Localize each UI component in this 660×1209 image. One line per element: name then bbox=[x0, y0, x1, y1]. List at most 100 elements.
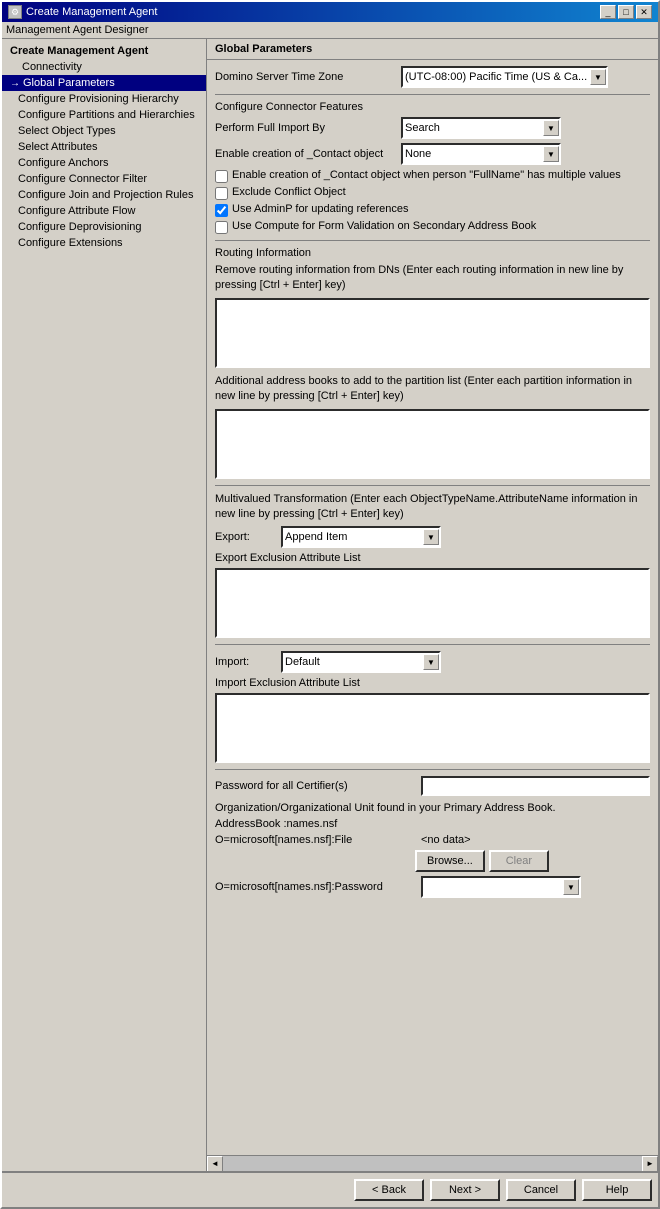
horizontal-scrollbar: ◄ ► bbox=[207, 1155, 658, 1171]
divider-3 bbox=[215, 485, 650, 486]
help-button[interactable]: Help bbox=[582, 1179, 652, 1201]
divider-5 bbox=[215, 769, 650, 770]
connector-features-header: Configure Connector Features bbox=[215, 101, 650, 113]
clear-button[interactable]: Clear bbox=[489, 850, 549, 872]
sidebar-item-global-params[interactable]: → Global Parameters bbox=[2, 75, 206, 91]
close-button[interactable]: ✕ bbox=[636, 5, 652, 19]
timezone-row: Domino Server Time Zone (UTC-08:00) Paci… bbox=[215, 66, 650, 88]
checkbox-adminp-label: Use AdminP for updating references bbox=[232, 203, 409, 215]
routing-desc: Remove routing information from DNs (Ent… bbox=[215, 263, 650, 294]
back-button[interactable]: < Back bbox=[354, 1179, 424, 1201]
checkbox-fullname-row: Enable creation of _Contact object when … bbox=[215, 169, 650, 183]
sidebar-item-configure-partitions[interactable]: Configure Partitions and Hierarchies bbox=[2, 107, 206, 123]
checkbox-compute[interactable] bbox=[215, 221, 228, 234]
perform-full-import-label: Perform Full Import By bbox=[215, 122, 395, 134]
checkbox-exclude[interactable] bbox=[215, 187, 228, 200]
additional-address-textarea-container bbox=[215, 409, 650, 479]
checkbox-compute-label: Use Compute for Form Validation on Secon… bbox=[232, 220, 536, 232]
password-all-certifiers-input[interactable] bbox=[421, 776, 650, 796]
additional-address-textarea[interactable] bbox=[217, 411, 648, 477]
timezone-select[interactable]: (UTC-08:00) Pacific Time (US & Ca... bbox=[401, 66, 608, 88]
checkbox-adminp-row: Use AdminP for updating references bbox=[215, 203, 650, 217]
password-entry-select-wrapper: ▼ bbox=[421, 876, 581, 898]
next-button[interactable]: Next > bbox=[430, 1179, 500, 1201]
routing-textarea[interactable] bbox=[217, 300, 648, 366]
export-exclusion-textarea[interactable] bbox=[217, 570, 648, 636]
sidebar-item-configure-connector-filter[interactable]: Configure Connector Filter bbox=[2, 171, 206, 187]
timezone-label: Domino Server Time Zone bbox=[215, 71, 395, 83]
sidebar-item-configure-anchors[interactable]: Configure Anchors bbox=[2, 155, 206, 171]
minimize-button[interactable]: _ bbox=[600, 5, 616, 19]
multivalued-label: Multivalued Transformation (Enter each O… bbox=[215, 492, 650, 523]
sidebar-item-configure-join-projection[interactable]: Configure Join and Projection Rules bbox=[2, 187, 206, 203]
app-icon: ⚙ bbox=[8, 5, 22, 19]
sidebar-item-select-object-types[interactable]: Select Object Types bbox=[2, 123, 206, 139]
sidebar-item-configure-attribute-flow[interactable]: Configure Attribute Flow bbox=[2, 203, 206, 219]
scroll-right-button[interactable]: ► bbox=[642, 1156, 658, 1172]
main-scroll-area[interactable]: Domino Server Time Zone (UTC-08:00) Paci… bbox=[207, 60, 658, 1155]
file-entry-label: O=microsoft[names.nsf]:File bbox=[215, 834, 415, 846]
enable-contact-select-wrapper: None ▼ bbox=[401, 143, 561, 165]
enable-contact-select[interactable]: None bbox=[401, 143, 561, 165]
password-all-certifiers-label: Password for all Certifier(s) bbox=[215, 780, 415, 792]
import-select[interactable]: Default bbox=[281, 651, 441, 673]
main-panel: Global Parameters Domino Server Time Zon… bbox=[207, 39, 658, 1171]
window-title: Create Management Agent bbox=[26, 6, 157, 18]
import-row: Import: Default ▼ bbox=[215, 651, 650, 673]
arrow-right-icon: → bbox=[10, 78, 20, 89]
org-unit-text: Organization/Organizational Unit found i… bbox=[215, 802, 650, 814]
sidebar-item-configure-extensions[interactable]: Configure Extensions bbox=[2, 235, 206, 251]
export-row: Export: Append Item ▼ bbox=[215, 526, 650, 548]
checkbox-adminp[interactable] bbox=[215, 204, 228, 217]
sidebar-item-create-ma[interactable]: Create Management Agent bbox=[2, 43, 206, 59]
divider-2 bbox=[215, 240, 650, 241]
checkbox-fullname[interactable] bbox=[215, 170, 228, 183]
export-select-wrapper: Append Item ▼ bbox=[281, 526, 441, 548]
scroll-left-button[interactable]: ◄ bbox=[207, 1156, 223, 1172]
import-select-wrapper: Default ▼ bbox=[281, 651, 441, 673]
perform-full-import-row: Perform Full Import By Search ▼ bbox=[215, 117, 650, 139]
enable-contact-row: Enable creation of _Contact object None … bbox=[215, 143, 650, 165]
panel-title: Global Parameters bbox=[207, 39, 658, 60]
timezone-select-wrapper: (UTC-08:00) Pacific Time (US & Ca... ▼ bbox=[401, 66, 608, 88]
checkbox-fullname-label: Enable creation of _Contact object when … bbox=[232, 169, 621, 181]
routing-textarea-container bbox=[215, 298, 650, 368]
file-entry-value: <no data> bbox=[421, 834, 650, 846]
sidebar: Create Management Agent Connectivity → G… bbox=[2, 39, 207, 1171]
routing-info-header: Routing Information bbox=[215, 247, 650, 259]
browse-button[interactable]: Browse... bbox=[415, 850, 485, 872]
title-bar: ⚙ Create Management Agent _ □ ✕ bbox=[2, 2, 658, 22]
main-window: ⚙ Create Management Agent _ □ ✕ Manageme… bbox=[0, 0, 660, 1209]
address-book-label: AddressBook :names.nsf bbox=[215, 818, 650, 830]
perform-full-import-select[interactable]: Search bbox=[401, 117, 561, 139]
checkbox-exclude-row: Exclude Conflict Object bbox=[215, 186, 650, 200]
password-all-certifiers-row: Password for all Certifier(s) bbox=[215, 776, 650, 796]
sidebar-item-connectivity[interactable]: Connectivity bbox=[2, 59, 206, 75]
content-area: Create Management Agent Connectivity → G… bbox=[2, 39, 658, 1171]
title-bar-buttons: _ □ ✕ bbox=[600, 5, 652, 19]
sidebar-item-configure-deprovisioning[interactable]: Configure Deprovisioning bbox=[2, 219, 206, 235]
export-exclusion-label: Export Exclusion Attribute List bbox=[215, 552, 650, 564]
sidebar-item-configure-provisioning[interactable]: Configure Provisioning Hierarchy bbox=[2, 91, 206, 107]
additional-address-desc: Additional address books to add to the p… bbox=[215, 374, 650, 405]
export-select[interactable]: Append Item bbox=[281, 526, 441, 548]
import-exclusion-label: Import Exclusion Attribute List bbox=[215, 677, 650, 689]
import-exclusion-textarea-container bbox=[215, 693, 650, 763]
maximize-button[interactable]: □ bbox=[618, 5, 634, 19]
scroll-track[interactable] bbox=[223, 1156, 642, 1172]
import-exclusion-textarea[interactable] bbox=[217, 695, 648, 761]
cancel-button[interactable]: Cancel bbox=[506, 1179, 576, 1201]
sidebar-item-select-attributes[interactable]: Select Attributes bbox=[2, 139, 206, 155]
menu-bar: Management Agent Designer bbox=[2, 22, 658, 39]
title-bar-left: ⚙ Create Management Agent bbox=[8, 5, 157, 19]
export-exclusion-textarea-container bbox=[215, 568, 650, 638]
checkbox-exclude-label: Exclude Conflict Object bbox=[232, 186, 346, 198]
perform-full-import-select-wrapper: Search ▼ bbox=[401, 117, 561, 139]
password-entry-select[interactable] bbox=[421, 876, 581, 898]
export-label: Export: bbox=[215, 531, 275, 543]
enable-contact-label: Enable creation of _Contact object bbox=[215, 148, 395, 160]
password-entry-row: O=microsoft[names.nsf]:Password ▼ bbox=[215, 876, 650, 898]
divider-1 bbox=[215, 94, 650, 95]
file-entry-row: O=microsoft[names.nsf]:File <no data> bbox=[215, 834, 650, 846]
checkbox-compute-row: Use Compute for Form Validation on Secon… bbox=[215, 220, 650, 234]
